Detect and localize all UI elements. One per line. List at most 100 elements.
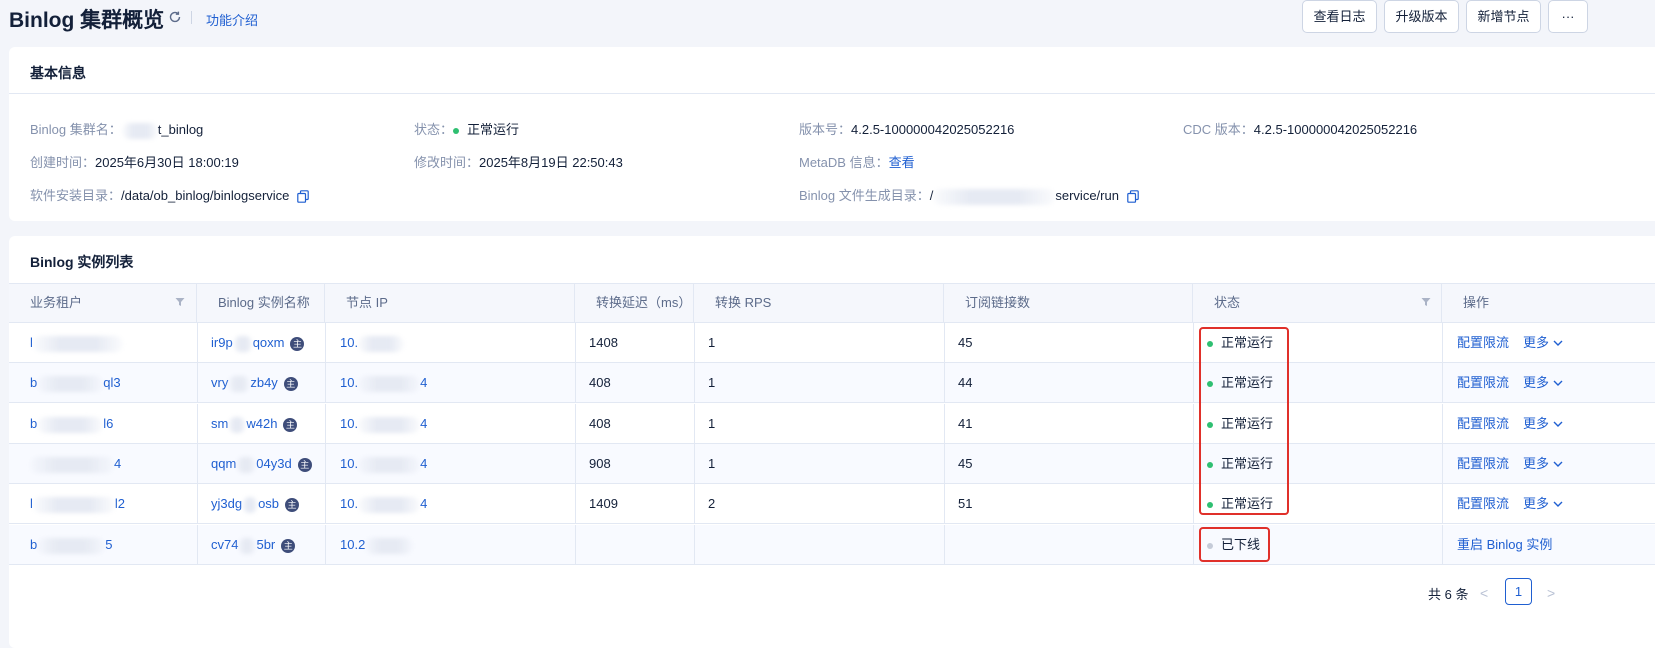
rps-cell: 1: [708, 416, 716, 431]
links-cell: 45: [958, 456, 973, 471]
highlight-box: [1199, 327, 1289, 515]
redacted-text: [358, 335, 405, 352]
configure-rate-limit-link[interactable]: 配置限流: [1457, 456, 1509, 471]
more-dropdown[interactable]: 更多: [1523, 456, 1563, 471]
master-badge: 主: [283, 417, 298, 432]
cell-divider: [325, 525, 326, 564]
rps-cell: 1: [708, 456, 716, 471]
basic-info-title: 基本信息: [30, 65, 86, 81]
pagination-next-button[interactable]: >: [1547, 585, 1555, 601]
node-ip-cell[interactable]: 10. 4: [340, 404, 427, 444]
redacted-text: [236, 456, 257, 473]
node-ip-cell[interactable]: 10. 4: [340, 363, 427, 403]
cell-divider: [1193, 363, 1194, 402]
more-dropdown[interactable]: 更多: [1523, 416, 1563, 431]
cell-divider: [944, 323, 945, 362]
tenant-cell[interactable]: l: [30, 323, 123, 363]
cell-divider: [197, 404, 198, 443]
configure-rate-limit-link[interactable]: 配置限流: [1457, 496, 1509, 511]
cell-divider: [1193, 444, 1194, 483]
master-badge: 主: [285, 497, 300, 512]
cell-divider: [197, 444, 198, 483]
cell-divider: [325, 484, 326, 523]
cell-divider: [575, 363, 576, 402]
master-badge: 主: [283, 376, 298, 391]
table-row: b ql3 vry zb4y 主 10. 4 408 1 44 正常运行 配置限流 更多: [9, 363, 1655, 403]
tenant-cell[interactable]: b5: [30, 525, 112, 565]
redacted-text: [933, 188, 1056, 205]
chevron-down-icon: [1553, 340, 1563, 347]
redacted-text: [228, 375, 251, 392]
redacted-text: [32, 335, 123, 352]
table-row: l l2 yj3dg osb 主 10. 4 1409 2 51 正常运行 配置限流 更多: [9, 484, 1655, 524]
copy-icon[interactable]: [297, 190, 309, 203]
instance-name-cell[interactable]: cv74 5br 主: [211, 525, 296, 565]
tenant-cell[interactable]: 4: [30, 444, 121, 484]
more-dropdown[interactable]: 更多: [1523, 335, 1563, 350]
cell-divider: [1193, 323, 1194, 362]
tenant-cell[interactable]: b l6: [30, 404, 113, 444]
cell-divider: [944, 444, 945, 483]
redacted-text: [365, 537, 414, 554]
master-badge: 主: [290, 336, 305, 351]
metadb-view-link[interactable]: 查看: [889, 155, 915, 170]
delay-cell: 908: [589, 456, 611, 471]
configure-rate-limit-link[interactable]: 配置限流: [1457, 335, 1509, 350]
card-divider: [9, 93, 1655, 94]
delay-cell: 408: [589, 416, 611, 431]
actions-cell: 重启 Binlog 实例: [1457, 525, 1552, 565]
instance-name-cell[interactable]: vry zb4y 主: [211, 363, 298, 403]
instance-list-card: Binlog 实例列表 业务租户 Binlog 实例名称 节点 IP 转换延迟（…: [9, 236, 1655, 648]
links-cell: 41: [958, 416, 973, 431]
more-dropdown[interactable]: 更多: [1523, 375, 1563, 390]
copy-icon[interactable]: [1126, 190, 1139, 203]
instance-name-cell[interactable]: yj3dg osb 主: [211, 484, 300, 524]
more-actions-button[interactable]: ···: [1548, 0, 1588, 33]
view-logs-button[interactable]: 查看日志: [1302, 0, 1377, 33]
node-ip-cell[interactable]: 10. 4: [340, 484, 427, 524]
chevron-down-icon: [1553, 501, 1563, 508]
instance-name-cell[interactable]: sm w42h 主: [211, 404, 298, 444]
cell-divider: [325, 444, 326, 483]
cell-divider: [694, 323, 695, 362]
cell-divider: [197, 363, 198, 402]
configure-rate-limit-link[interactable]: 配置限流: [1457, 375, 1509, 390]
metadb-info-field: MetaDB 信息：查看: [799, 155, 915, 170]
instance-name-cell[interactable]: ir9p qoxm 主: [211, 323, 305, 363]
node-ip-cell[interactable]: 10.2: [340, 525, 414, 565]
chevron-down-icon: [1553, 461, 1563, 468]
redacted-text: [358, 456, 421, 473]
highlight-box: [1199, 527, 1270, 562]
instance-name-cell[interactable]: qqm 04y3d 主: [211, 444, 312, 484]
table-row: b 5 cv74 5br 主 10.2 已下线 重启 Binlog 实例: [9, 525, 1655, 565]
filter-icon[interactable]: [1421, 297, 1431, 307]
upgrade-version-button[interactable]: 升级版本: [1384, 0, 1459, 33]
tenant-cell[interactable]: b ql3: [30, 363, 121, 403]
cell-divider: [325, 363, 326, 402]
refresh-icon[interactable]: [168, 10, 182, 24]
configure-rate-limit-link[interactable]: 配置限流: [1457, 416, 1509, 431]
cell-divider: [197, 323, 198, 362]
rps-cell: 2: [708, 496, 716, 511]
rps-cell: 1: [708, 335, 716, 350]
pagination-page-1[interactable]: 1: [1505, 578, 1532, 605]
pagination-prev-button[interactable]: <: [1480, 585, 1488, 601]
redacted-text: [358, 416, 421, 433]
restart-instance-link[interactable]: 重启 Binlog 实例: [1457, 537, 1552, 552]
add-node-button[interactable]: 新增节点: [1466, 0, 1541, 33]
delay-cell: 1409: [589, 496, 618, 511]
redacted-text: [232, 335, 253, 352]
pagination-total: 共 6 条: [1428, 587, 1469, 602]
filter-icon[interactable]: [175, 297, 185, 307]
table-row: 4 qqm 04y3d 主 10. 4 908 1 45 正常运行 配置限流 更多: [9, 444, 1655, 484]
cell-divider: [575, 525, 576, 564]
instance-list-title: Binlog 实例列表: [30, 254, 134, 270]
chevron-down-icon: [1553, 421, 1563, 428]
links-cell: 45: [958, 335, 973, 350]
node-ip-cell[interactable]: 10. 4: [340, 444, 427, 484]
cluster-status-field: 状态： 正常运行: [414, 122, 520, 137]
more-dropdown[interactable]: 更多: [1523, 496, 1563, 511]
feature-intro-link[interactable]: 功能介绍: [206, 10, 258, 29]
tenant-cell[interactable]: l l2: [30, 484, 125, 524]
node-ip-cell[interactable]: 10.: [340, 323, 405, 363]
